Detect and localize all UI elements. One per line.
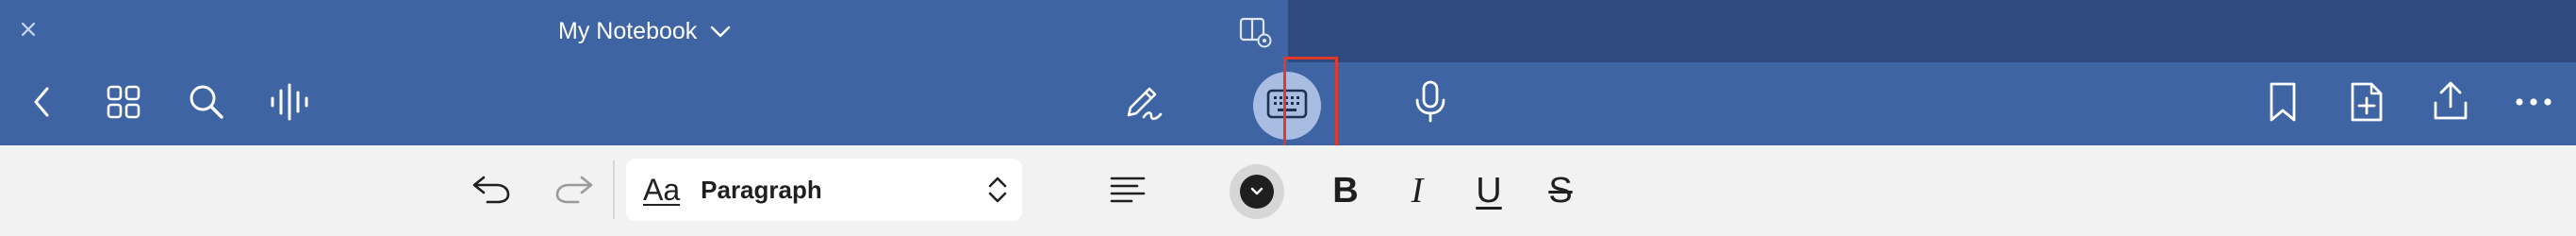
redo-button[interactable]: [549, 166, 600, 215]
back-button[interactable]: [19, 80, 66, 127]
italic-button[interactable]: I: [1394, 164, 1441, 217]
split-view-button[interactable]: [1235, 13, 1273, 49]
pen-icon: [1121, 79, 1166, 129]
undo-button[interactable]: [466, 166, 517, 215]
formatting-ribbon: [0, 145, 2576, 236]
split-view-icon: [1235, 17, 1273, 53]
paragraph-style-picker[interactable]: Aa Paragraph: [626, 159, 1022, 221]
more-icon: [2515, 95, 2552, 112]
text-color-button[interactable]: [1230, 164, 1284, 219]
share-icon: [2430, 80, 2471, 128]
bookmark-button[interactable]: [2259, 80, 2306, 127]
close-icon: [20, 21, 37, 42]
chevron-up-down-icon: [986, 174, 1009, 211]
paragraph-style-label: Paragraph: [701, 175, 822, 204]
draw-mode-button[interactable]: [1120, 80, 1167, 127]
search-button[interactable]: [183, 80, 230, 127]
close-button[interactable]: [13, 16, 43, 46]
waveform-icon: [269, 83, 310, 126]
align-left-icon: [1109, 174, 1147, 209]
title-bar: My Notebook: [0, 0, 2576, 62]
audio-recording-button[interactable]: [266, 80, 313, 127]
chevron-left-icon: [28, 83, 57, 126]
pages-grid-button[interactable]: [100, 80, 147, 127]
underline-button[interactable]: U: [1465, 164, 1512, 217]
grid-icon: [105, 83, 142, 126]
strikethrough-button[interactable]: S: [1537, 164, 1584, 217]
add-page-button[interactable]: [2342, 80, 2389, 127]
style-prefix: Aa: [643, 172, 681, 207]
more-options-button[interactable]: [2510, 80, 2557, 127]
bold-button[interactable]: B: [1322, 164, 1369, 217]
text-alignment-button[interactable]: [1103, 166, 1152, 215]
share-button[interactable]: [2427, 80, 2474, 127]
chevron-down-icon: [710, 18, 731, 45]
bookmark-icon: [2266, 80, 2300, 128]
redo-icon: [553, 172, 595, 211]
undo-icon: [471, 172, 512, 211]
chevron-down-icon: [1240, 175, 1274, 209]
selection-highlight: [1283, 57, 1338, 153]
ribbon-divider: [613, 160, 615, 219]
add-page-icon: [2347, 80, 2385, 128]
search-icon: [187, 82, 226, 126]
notebook-title-button[interactable]: My Notebook: [558, 13, 731, 49]
dictation-button[interactable]: [1407, 80, 1454, 127]
microphone-icon: [1412, 79, 1449, 129]
notebook-title: My Notebook: [558, 17, 698, 44]
